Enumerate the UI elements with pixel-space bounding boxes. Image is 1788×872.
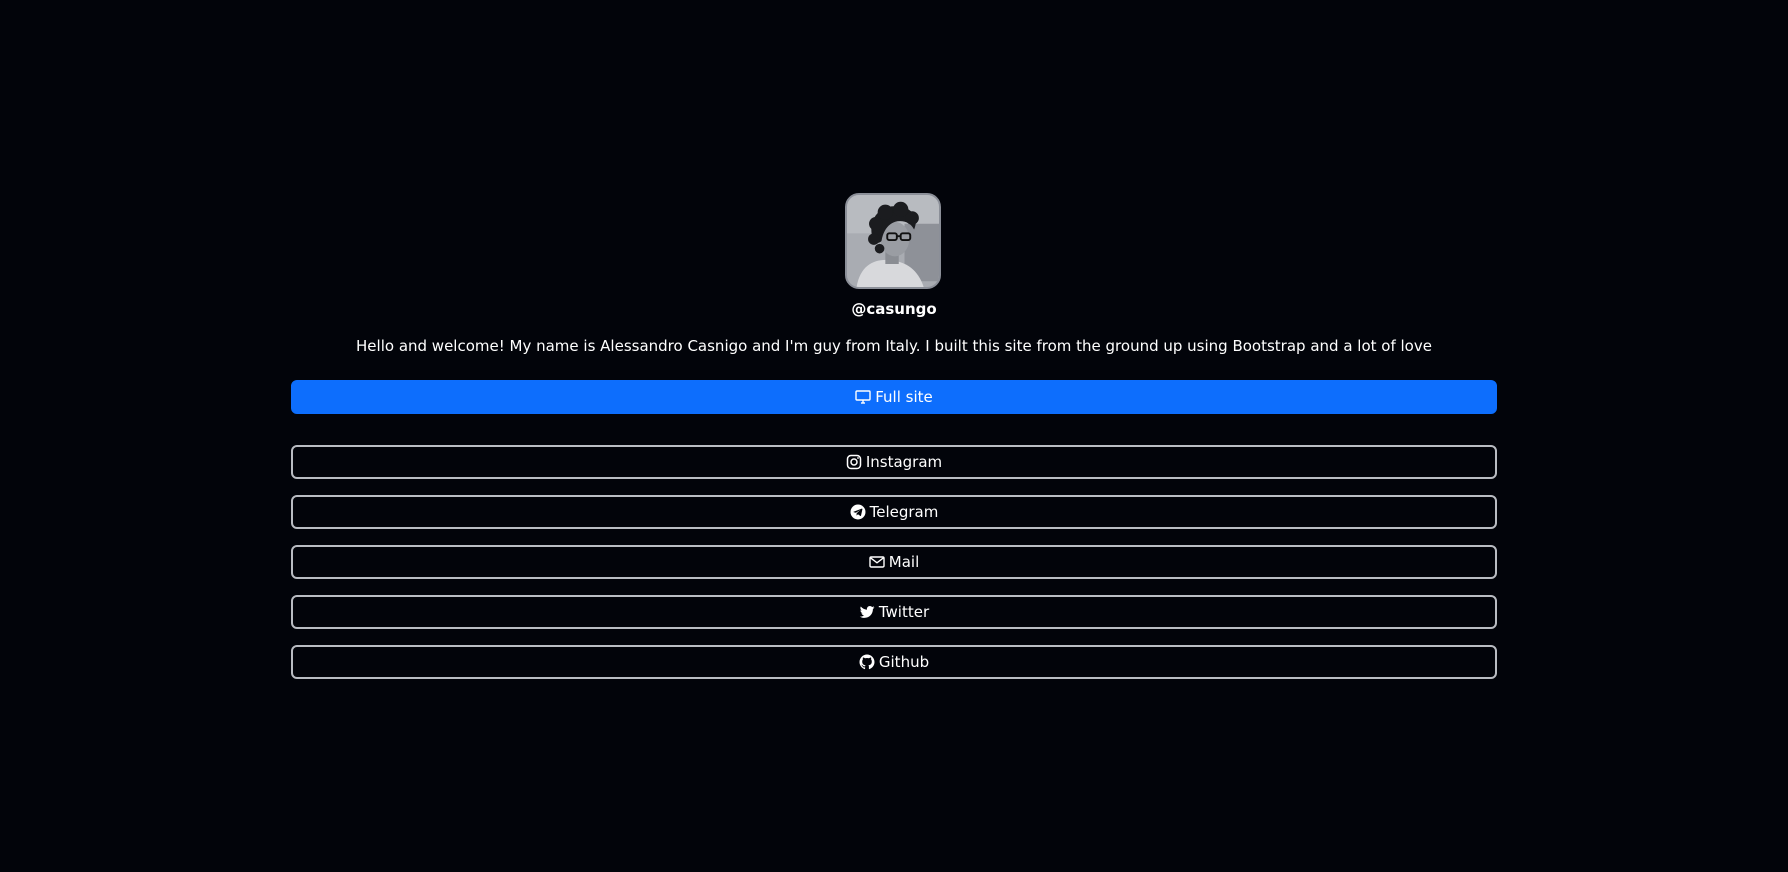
twitter-label: Twitter: [878, 603, 930, 621]
twitter-icon: [859, 604, 875, 620]
instagram-icon: [846, 454, 862, 470]
profile-bio: Hello and welcome! My name is Alessandro…: [356, 337, 1432, 355]
github-icon: [859, 654, 875, 670]
instagram-button[interactable]: Instagram: [291, 445, 1497, 479]
twitter-button[interactable]: Twitter: [291, 595, 1497, 629]
profile-photo: [847, 195, 939, 287]
telegram-label: Telegram: [869, 503, 939, 521]
avatar: [845, 193, 941, 289]
link-page: @casungo Hello and welcome! My name is A…: [0, 0, 1788, 872]
telegram-icon: [850, 504, 866, 520]
full-site-button[interactable]: Full site: [291, 380, 1497, 414]
envelope-icon: [869, 554, 885, 570]
monitor-icon: [855, 389, 871, 405]
full-site-label: Full site: [875, 388, 933, 406]
telegram-button[interactable]: Telegram: [291, 495, 1497, 529]
github-button[interactable]: Github: [291, 645, 1497, 679]
instagram-label: Instagram: [865, 453, 943, 471]
mail-label: Mail: [888, 553, 920, 571]
mail-button[interactable]: Mail: [291, 545, 1497, 579]
github-label: Github: [878, 653, 930, 671]
profile-handle: @casungo: [851, 300, 937, 318]
